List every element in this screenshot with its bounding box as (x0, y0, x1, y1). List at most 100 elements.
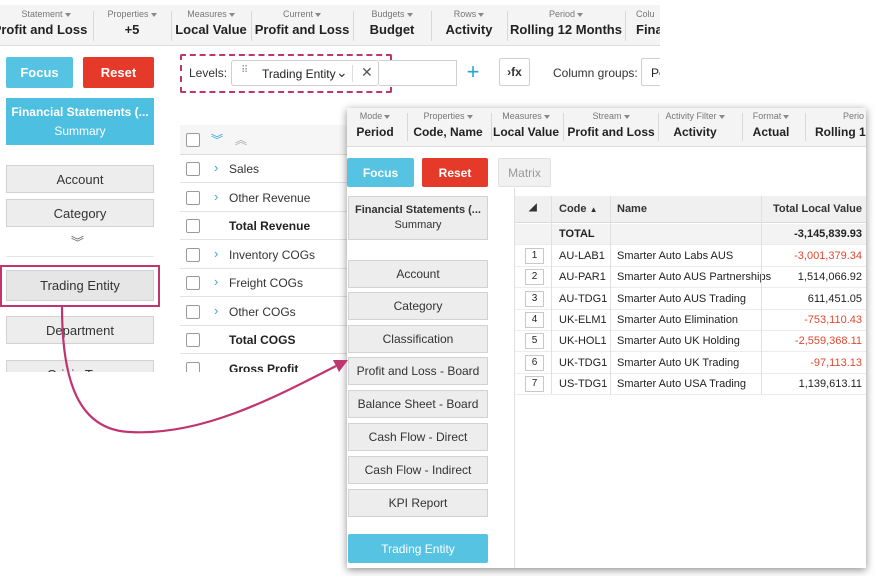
table-row[interactable]: 7 US-TDG1 Smarter Auto USA Trading 1,139,61… (515, 374, 866, 395)
financial-statements-box[interactable]: Financial Statements (... Summary (6, 98, 154, 145)
levels-input[interactable] (379, 60, 457, 86)
row-item[interactable]: Total Revenue (180, 212, 350, 240)
toolbar-rows[interactable]: Rows Activity (432, 5, 506, 46)
cell-name: Smarter Auto AUS Trading (617, 292, 747, 305)
cell-value: -3,001,379.34 (794, 250, 862, 262)
chevron-right-icon[interactable]: › (214, 274, 218, 289)
row-checkbox[interactable] (186, 190, 200, 205)
foreground-toolbar: Mode Period Properties Code, Name Measur… (347, 108, 866, 147)
levels-chip[interactable]: ⠿ Trading Entity ⌄ ✕ (231, 60, 379, 86)
cell-name: Smarter Auto UK Holding (617, 335, 740, 348)
expand-all-icon[interactable]: ︾ (211, 131, 223, 148)
collapse-all-icon[interactable]: ︽ (235, 131, 247, 148)
reset-button[interactable]: Reset (83, 57, 154, 88)
row-number[interactable]: 1 (525, 248, 544, 264)
toolbar-current[interactable]: Current Profit and Loss (252, 5, 352, 46)
column-groups-select[interactable]: Pe (641, 58, 660, 86)
selected-trading-entity-button[interactable]: Trading Entity (348, 534, 488, 563)
cell-value: 611,451.05 (807, 292, 862, 305)
row-label: Sales (229, 162, 260, 176)
focus-button[interactable]: Focus (6, 57, 73, 88)
row-checkbox[interactable] (186, 219, 200, 233)
row-checkbox[interactable] (186, 247, 200, 262)
table-row[interactable]: 3 AU-TDG1 Smarter Auto AUS Trading 611,451.… (515, 289, 866, 310)
table-row[interactable]: 2 AU-PAR1 Smarter Auto AUS Partnerships 1,5… (515, 267, 866, 289)
report-button[interactable]: Classification (348, 325, 488, 353)
toolbar-columns[interactable]: Colu Fina (636, 5, 660, 46)
select-all-checkbox[interactable] (186, 133, 200, 147)
row-number[interactable]: 5 (525, 333, 544, 350)
levels-chip-label: Trading Entity (262, 67, 336, 81)
row-item[interactable]: Gross Profit (180, 355, 350, 372)
report-button[interactable]: KPI Report (348, 489, 488, 517)
toolbar-activity-filter[interactable]: Activity Filter Activity (659, 108, 731, 149)
row-number[interactable]: 7 (525, 375, 544, 392)
header-name[interactable]: Name (617, 203, 647, 215)
row-checkbox[interactable] (186, 304, 200, 319)
report-button[interactable]: Balance Sheet - Board (348, 390, 488, 418)
report-button[interactable]: Cash Flow - Indirect (348, 456, 488, 484)
row-number[interactable]: 3 (525, 290, 544, 307)
toolbar-statement[interactable]: Statement Profit and Loss (0, 5, 92, 46)
report-button[interactable]: Cash Flow - Direct (348, 423, 488, 451)
dimension-account[interactable]: Account (6, 165, 154, 193)
cell-name: Smarter Auto AUS Partnerships (617, 271, 772, 284)
reset-button[interactable]: Reset (422, 158, 488, 187)
add-icon[interactable]: + (463, 58, 483, 86)
row-number[interactable]: 4 (525, 311, 544, 328)
chevron-right-icon[interactable]: › (214, 303, 218, 318)
dimension-origin-type[interactable]: Origin Type (6, 360, 154, 372)
toolbar-period[interactable]: Period Rolling 12 Months (508, 5, 624, 46)
report-button[interactable]: Account (348, 260, 488, 288)
table-row[interactable]: 4 UK-ELM1 Smarter Auto Elimination -753,110… (515, 310, 866, 331)
row-item[interactable]: › Other Revenue (180, 184, 350, 212)
table-row[interactable]: 5 UK-HOL1 Smarter Auto UK Holding -2,559,36… (515, 331, 866, 353)
dimension-department[interactable]: Department (6, 316, 154, 344)
toolbar-properties[interactable]: Properties Code, Name (409, 108, 487, 149)
report-button[interactable]: Profit and Loss - Board (348, 357, 488, 385)
row-checkbox[interactable] (186, 162, 200, 176)
row-number[interactable]: 2 (525, 269, 544, 286)
toolbar-stream[interactable]: Stream Profit and Loss (565, 108, 657, 149)
sort-corner-icon[interactable]: ◢ (529, 202, 537, 213)
toolbar-properties[interactable]: Properties +5 (94, 5, 170, 46)
row-number[interactable]: 6 (525, 354, 544, 371)
fx-button[interactable]: ›fx (499, 58, 530, 86)
chevron-right-icon[interactable]: › (214, 160, 218, 175)
financial-statements-box[interactable]: Financial Statements (... Summary (348, 196, 488, 240)
row-item[interactable]: › Freight COGs (180, 269, 350, 297)
cell-code: US-TDG1 (559, 377, 608, 390)
close-icon[interactable]: ✕ (361, 64, 373, 81)
row-item[interactable]: Total COGS (180, 326, 350, 354)
dimension-category[interactable]: Category (6, 199, 154, 227)
toolbar-measures[interactable]: Measures Local Value (493, 108, 559, 149)
toolbar-mode[interactable]: Mode Period (347, 108, 403, 149)
chevron-right-icon[interactable]: › (214, 246, 218, 261)
expand-more-icon[interactable]: ︾ (71, 232, 84, 251)
chevron-down-icon[interactable]: ⌄ (336, 64, 348, 81)
row-checkbox[interactable] (186, 333, 200, 347)
toolbar-period[interactable]: Perio Rolling 12 (813, 108, 866, 149)
toolbar-budgets[interactable]: Budgets Budget (354, 5, 430, 46)
matrix-button[interactable]: Matrix (498, 158, 551, 187)
row-item[interactable]: › Inventory COGs (180, 241, 350, 269)
row-checkbox[interactable] (186, 276, 200, 290)
row-label: Other COGs (229, 304, 296, 319)
header-code[interactable]: Code ▲ (559, 203, 597, 215)
foreground-window: Mode Period Properties Code, Name Measur… (347, 108, 866, 568)
cell-code: UK-ELM1 (559, 313, 607, 326)
toolbar-measures[interactable]: Measures Local Value (172, 5, 250, 46)
row-item[interactable]: › Sales (180, 155, 350, 183)
header-total-local-value[interactable]: Total Local Value (773, 203, 862, 215)
drag-handle-icon[interactable]: ⠿ (241, 66, 249, 76)
chevron-right-icon[interactable]: › (214, 189, 218, 204)
focus-button[interactable]: Focus (347, 158, 414, 187)
toolbar-format[interactable]: Format Actual (743, 108, 799, 149)
row-label: Freight COGs (229, 276, 304, 290)
cell-value: -2,559,368.11 (794, 335, 862, 348)
row-checkbox[interactable] (186, 361, 200, 372)
row-item[interactable]: › Other COGs (180, 298, 350, 326)
table-row[interactable]: 6 UK-TDG1 Smarter Auto UK Trading -97,113.1… (515, 353, 866, 374)
report-button[interactable]: Category (348, 292, 488, 320)
table-row[interactable]: 1 AU-LAB1 Smarter Auto Labs AUS -3,001,379.… (515, 246, 866, 267)
